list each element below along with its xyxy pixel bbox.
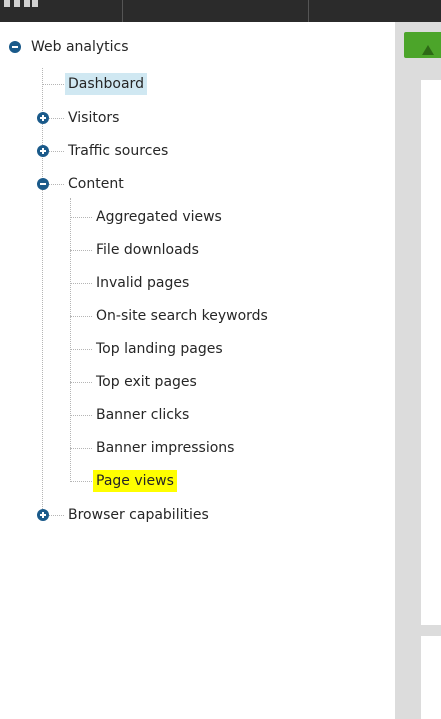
tree-item-dashboard[interactable]: Dashboard: [65, 73, 147, 95]
tree-item-content[interactable]: Content: [65, 173, 127, 195]
tree-item-traffic-sources[interactable]: Traffic sources: [65, 140, 171, 162]
tree-item-top-exit-pages[interactable]: Top exit pages: [93, 371, 200, 393]
expand-icon[interactable]: [37, 112, 49, 124]
tree-item-on-site-search-keywords[interactable]: On-site search keywords: [93, 305, 271, 327]
tree-item-browser-capabilities[interactable]: Browser capabilities: [65, 504, 212, 526]
collapse-icon[interactable]: [9, 41, 21, 53]
tree-item-invalid-pages[interactable]: Invalid pages: [93, 272, 192, 294]
expand-icon[interactable]: [37, 509, 49, 521]
web-analytics-tree: Web analytics Dashboard Visitors Traffic…: [0, 0, 395, 719]
tree-item-page-views[interactable]: Page views: [93, 470, 177, 492]
tree-root-web-analytics[interactable]: Web analytics: [28, 36, 132, 58]
report-area: [421, 80, 441, 625]
tree-item-top-landing-pages[interactable]: Top landing pages: [93, 338, 226, 360]
action-button[interactable]: [404, 32, 441, 58]
expand-icon[interactable]: [37, 145, 49, 157]
tree-item-banner-impressions[interactable]: Banner impressions: [93, 437, 237, 459]
report-area-lower: [421, 636, 441, 719]
content-panel: [395, 22, 441, 719]
tree-item-banner-clicks[interactable]: Banner clicks: [93, 404, 192, 426]
collapse-icon[interactable]: [37, 178, 49, 190]
tree-item-file-downloads[interactable]: File downloads: [93, 239, 202, 261]
tree-item-aggregated-views[interactable]: Aggregated views: [93, 206, 225, 228]
tree-item-visitors[interactable]: Visitors: [65, 107, 122, 129]
